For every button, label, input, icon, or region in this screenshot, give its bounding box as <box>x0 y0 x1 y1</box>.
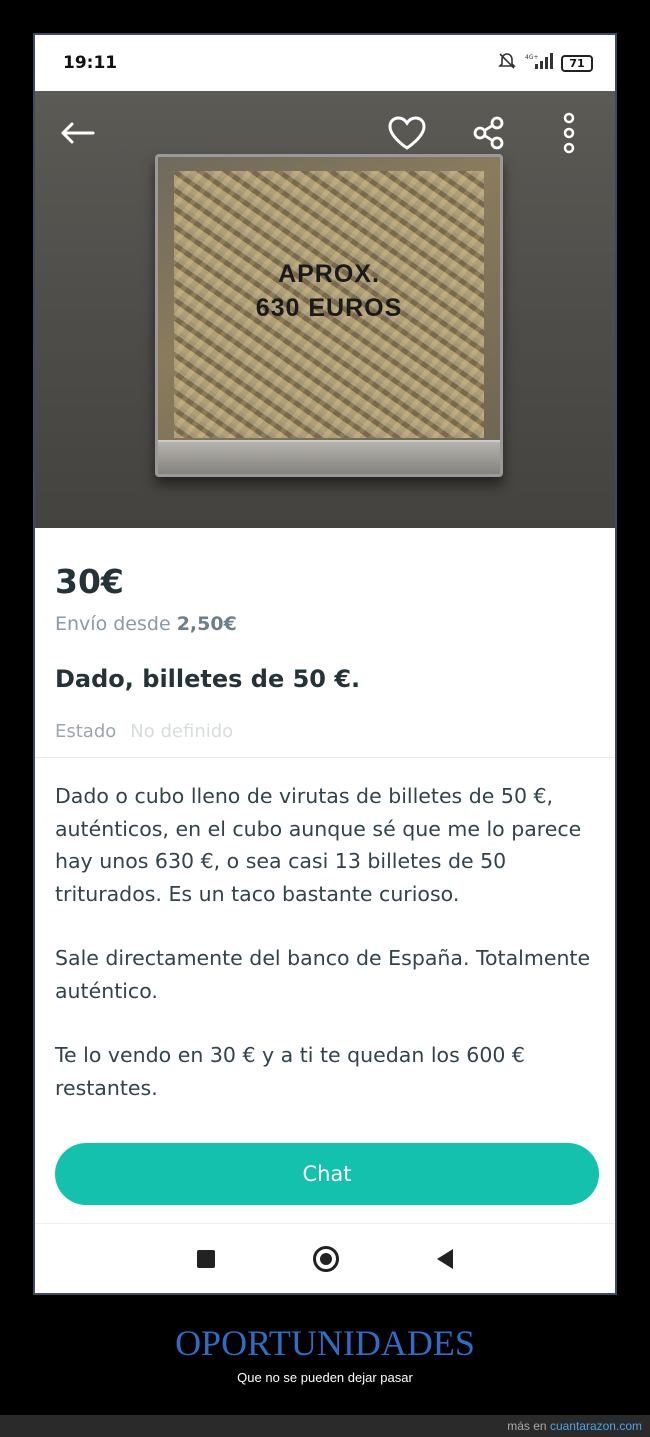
status-icons: 4G+ 71 <box>497 51 593 75</box>
status-bar: 19:11 4G+ 71 <box>35 35 615 91</box>
phone-screenshot: 19:11 4G+ 71 APROX. 630 EUROS 30€ Envío … <box>33 33 617 1295</box>
site-link[interactable]: cuantarazon.com <box>550 1419 642 1433</box>
signal-icon: 4G+ <box>525 52 553 74</box>
product-state: Estado No definido <box>55 721 234 742</box>
divider <box>35 757 615 758</box>
home-icon[interactable] <box>313 1246 339 1272</box>
shipping-info: Envío desde 2,50€ <box>55 613 237 635</box>
product-photo[interactable]: APROX. 630 EUROS <box>35 91 615 528</box>
cube-label: APROX. 630 EUROS <box>255 260 403 322</box>
product-title: Dado, billetes de 50 €. <box>55 665 361 693</box>
network-type-label: 4G+ <box>525 54 539 61</box>
caption-title: OPORTUNIDADES <box>175 1323 475 1363</box>
mute-bell-icon <box>497 51 517 75</box>
footer-bar: más en cuantarazon.com <box>0 1415 650 1437</box>
android-nav-bar <box>35 1223 615 1293</box>
description-paragraph: Dado o cubo lleno de virutas de billetes… <box>55 784 582 906</box>
shipping-price: 2,50€ <box>176 613 237 635</box>
photo-toolbar <box>35 91 615 171</box>
recents-icon[interactable] <box>197 1250 215 1268</box>
state-value: No definido <box>130 721 234 742</box>
battery-icon: 71 <box>561 54 593 72</box>
footer-credit: más en cuantarazon.com <box>507 1419 642 1433</box>
chat-button[interactable]: Chat <box>55 1143 599 1205</box>
caption-subtitle: Que no se pueden dejar pasar <box>237 1370 413 1385</box>
share-icon[interactable] <box>467 111 511 155</box>
heart-icon[interactable] <box>385 111 429 155</box>
more-options-icon[interactable] <box>547 111 591 155</box>
product-description: Dado o cubo lleno de virutas de billetes… <box>55 780 600 1136</box>
status-time: 19:11 <box>63 53 118 73</box>
back-arrow-icon[interactable] <box>55 111 99 155</box>
product-price: 30€ <box>55 562 124 601</box>
description-paragraph: Te lo vendo en 30 € y a ti te quedan los… <box>55 1043 525 1100</box>
back-triangle-icon[interactable] <box>437 1249 453 1269</box>
cube-image: APROX. 630 EUROS <box>155 154 503 477</box>
description-paragraph: Sale directamente del banco de España. T… <box>55 946 591 1003</box>
